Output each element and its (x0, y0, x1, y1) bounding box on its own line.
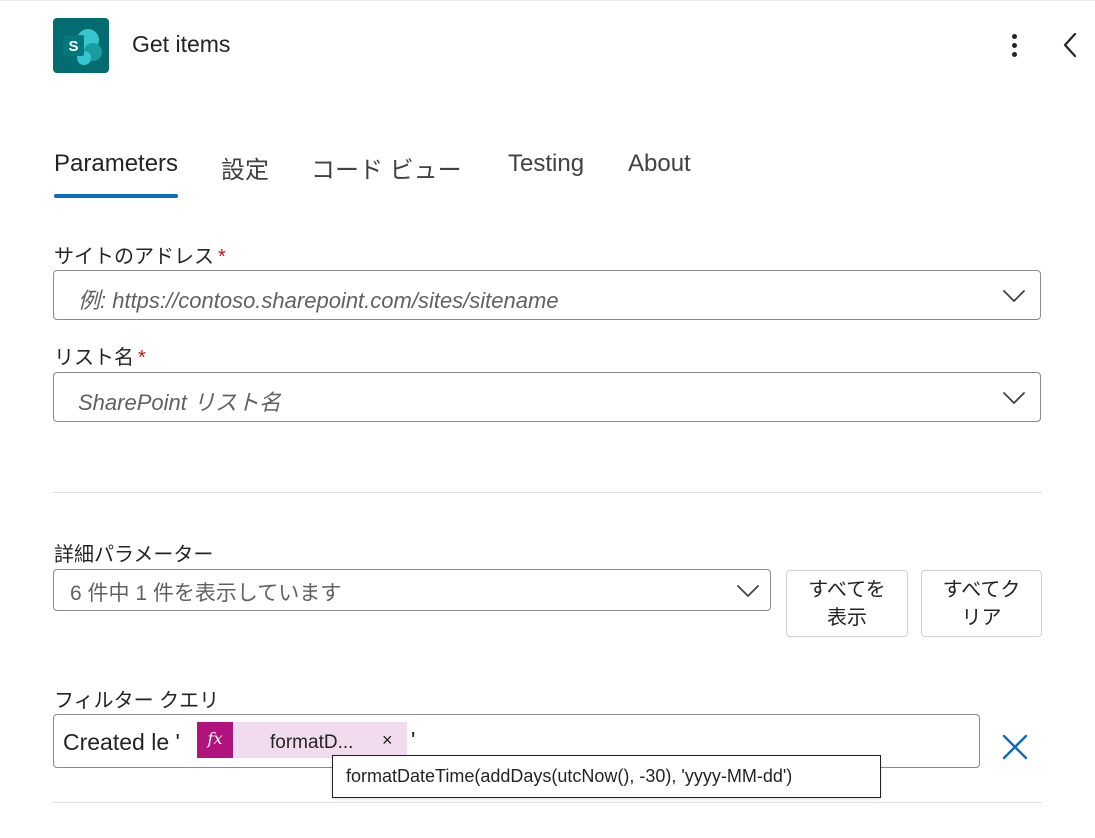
filter-query-text-suffix: ' (411, 727, 416, 753)
list-name-dropdown[interactable]: SharePoint リスト名 (53, 372, 1041, 422)
expression-token[interactable]: fx formatD... × (197, 722, 407, 758)
show-all-button[interactable]: すべてを 表示 (786, 570, 908, 637)
clear-filter-button[interactable] (1000, 732, 1030, 762)
collapse-panel-button[interactable] (1056, 29, 1084, 61)
sharepoint-icon: S (53, 18, 109, 73)
advanced-parameters-value: 6 件中 1 件を表示しています (70, 582, 342, 605)
clear-all-line-2: リア (961, 606, 1002, 629)
site-address-label-text: サイトのアドレス (54, 246, 214, 268)
tab-testing[interactable]: Testing (508, 150, 584, 178)
advanced-parameters-label: 詳細パラメーター (54, 544, 214, 566)
required-mark: * (218, 246, 226, 268)
expression-token-label: formatD... (270, 732, 354, 753)
list-name-label-text: リスト名 (54, 347, 134, 369)
expression-tooltip: formatDateTime(addDays(utcNow(), -30), '… (332, 755, 881, 798)
logo-letter: S (68, 38, 78, 55)
site-address-label: サイトのアドレス * (54, 240, 226, 269)
more-vertical-icon (1012, 52, 1017, 57)
filter-query-label: フィルター クエリ (54, 690, 220, 712)
list-name-placeholder: SharePoint リスト名 (78, 390, 281, 415)
action-title: Get items (132, 31, 231, 57)
more-vertical-icon (1012, 43, 1017, 48)
clear-all-line-1: すべてク (942, 578, 1021, 601)
clear-all-button[interactable]: すべてク リア (921, 570, 1042, 637)
bottom-divider (53, 802, 1042, 803)
show-all-button-label: すべてを 表示 (808, 576, 885, 632)
remove-token-icon[interactable]: × (382, 730, 393, 751)
advanced-parameters-dropdown[interactable]: 6 件中 1 件を表示しています (53, 569, 771, 611)
clear-all-button-label: すべてク リア (943, 576, 1021, 632)
more-vertical-icon (1012, 34, 1017, 39)
show-all-line-1: すべてを (808, 578, 886, 601)
active-tab-indicator (54, 194, 178, 198)
tab-settings[interactable]: 設定 (221, 150, 269, 185)
list-name-label: リスト名 * (54, 341, 146, 370)
chevron-down-icon (737, 585, 759, 597)
dismiss-icon (1002, 734, 1028, 760)
chevron-down-icon (1003, 290, 1025, 302)
top-border (0, 0, 1095, 1)
tab-code-view[interactable]: コード ビュー (311, 150, 462, 185)
section-divider (53, 492, 1042, 493)
tab-parameters[interactable]: Parameters (54, 150, 178, 178)
chevron-left-icon (1063, 32, 1077, 58)
show-all-line-2: 表示 (827, 606, 867, 629)
filter-query-text: Created le ' (63, 729, 180, 755)
chevron-down-icon (1003, 392, 1025, 404)
tab-about[interactable]: About (628, 150, 691, 178)
more-options-button[interactable] (1000, 30, 1030, 62)
required-mark: * (138, 347, 146, 369)
site-address-placeholder: 例: https://contoso.sharepoint.com/sites/… (78, 288, 559, 313)
function-icon: fx (197, 722, 233, 758)
site-address-dropdown[interactable]: 例: https://contoso.sharepoint.com/sites/… (53, 270, 1041, 320)
